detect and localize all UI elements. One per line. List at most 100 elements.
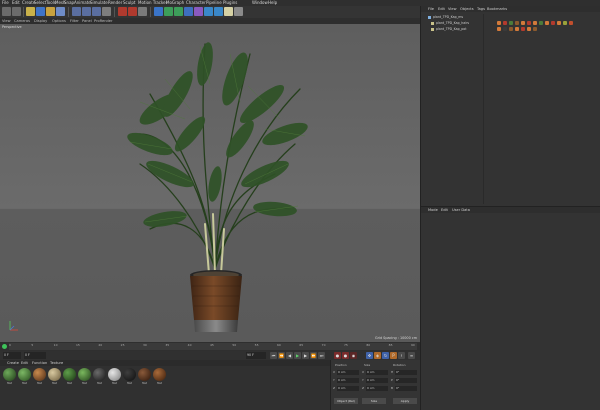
light-icon[interactable] (224, 7, 233, 16)
material-swatch[interactable]: Mat (3, 368, 16, 387)
material-tag-icon[interactable] (509, 27, 513, 31)
material-tag-icon[interactable] (533, 27, 537, 31)
render-picture-viewer-icon[interactable] (128, 7, 137, 16)
scale-icon[interactable] (46, 7, 55, 16)
material-swatch[interactable]: Mat (63, 368, 76, 387)
next-key-icon[interactable]: ⏩ (310, 352, 317, 359)
autokey-icon[interactable]: ● (342, 352, 349, 359)
material-tag-icon[interactable] (527, 27, 531, 31)
render-settings-icon[interactable] (138, 7, 147, 16)
om-menu-file[interactable]: File (428, 6, 434, 12)
y-axis-icon[interactable] (82, 7, 91, 16)
material-tag-icon[interactable] (557, 21, 561, 25)
position-key-icon[interactable]: ✥ (366, 352, 373, 359)
move-icon[interactable] (36, 7, 45, 16)
previous-frame-icon[interactable]: ◀ (286, 352, 293, 359)
material-swatch[interactable]: Mat (78, 368, 91, 387)
rotate-icon[interactable] (56, 7, 65, 16)
om-menu-objects[interactable]: Objects (460, 6, 474, 12)
material-swatch[interactable]: Mat (108, 368, 121, 387)
mat-menu-edit[interactable]: Edit (21, 360, 28, 366)
material-tag-icon[interactable] (521, 21, 525, 25)
material-swatch[interactable]: Mat (33, 368, 46, 387)
material-tag-icon[interactable] (551, 21, 555, 25)
object-row-plant-pot[interactable]: plant_TPD_Kap_pot (423, 27, 599, 32)
material-tag-icon[interactable] (545, 21, 549, 25)
keyframe-selection-icon[interactable]: ◉ (350, 352, 357, 359)
material-tag-icon[interactable] (533, 21, 537, 25)
apply-button[interactable]: Apply (393, 398, 417, 404)
redo-icon[interactable] (12, 7, 21, 16)
rotation-p-field[interactable]: 0° (395, 378, 417, 383)
material-tag-icon[interactable] (497, 21, 501, 25)
play-icon[interactable]: ▶ (294, 352, 301, 359)
rotation-b-field[interactable]: 0° (395, 386, 417, 391)
om-menu-bookmarks[interactable]: Bookmarks (487, 6, 507, 12)
next-frame-icon[interactable]: ▶ (302, 352, 309, 359)
scale-key-icon[interactable]: ◈ (374, 352, 381, 359)
material-tag-icon[interactable] (509, 21, 513, 25)
om-menu-view[interactable]: View (448, 6, 457, 12)
material-swatch[interactable]: Mat (138, 368, 151, 387)
material-tag-icon[interactable] (563, 21, 567, 25)
object-row-root[interactable]: plant_TPD_Kap_ms (423, 15, 599, 20)
material-swatch[interactable]: Mat (123, 368, 136, 387)
point-level-icon[interactable]: ⁞ (398, 352, 405, 359)
floor-icon[interactable] (204, 7, 213, 16)
cube-icon[interactable] (154, 7, 163, 16)
material-tag-icon[interactable] (503, 27, 507, 31)
camera-icon[interactable] (214, 7, 223, 16)
om-menu-tags[interactable]: Tags (477, 6, 485, 12)
material-swatch[interactable]: Mat (93, 368, 106, 387)
mat-menu-texture[interactable]: Texture (50, 360, 63, 366)
material-tag-icon[interactable] (569, 21, 573, 25)
rotation-key-icon[interactable]: ↻ (382, 352, 389, 359)
pen-icon[interactable] (164, 7, 173, 16)
coordinate-mode-dropdown[interactable]: Object (Rel) (334, 398, 358, 404)
material-tag-icon[interactable] (515, 27, 519, 31)
render-view-icon[interactable] (118, 7, 127, 16)
z-axis-icon[interactable] (92, 7, 101, 16)
preview-start-field[interactable]: 0 F (24, 352, 46, 359)
deformer-icon[interactable] (194, 7, 203, 16)
size-z-field[interactable]: 0 cm (366, 386, 388, 391)
size-mode-dropdown[interactable]: Size (362, 398, 386, 404)
perspective-viewport[interactable]: Perspective Grid Spacing : 10000 cm (0, 24, 420, 342)
mat-menu-function[interactable]: Function (32, 360, 47, 366)
material-tag-icon[interactable] (497, 27, 501, 31)
go-to-end-icon[interactable]: ⏭ (318, 352, 325, 359)
start-frame-field[interactable]: 0 F (3, 352, 21, 359)
material-tag-icon[interactable] (539, 21, 543, 25)
material-tag-icon[interactable] (515, 21, 519, 25)
am-menu-edit[interactable]: Edit (441, 207, 448, 213)
record-icon[interactable]: ● (334, 352, 341, 359)
size-x-field[interactable]: 0 cm (366, 370, 388, 375)
subdivision-surface-icon[interactable] (174, 7, 183, 16)
am-menu-user-data[interactable]: User Data (452, 207, 470, 213)
live-selection-icon[interactable] (26, 7, 35, 16)
go-to-start-icon[interactable]: ⏮ (270, 352, 277, 359)
undo-icon[interactable] (2, 7, 11, 16)
size-y-field[interactable]: 0 cm (366, 378, 388, 383)
material-swatch[interactable]: Mat (153, 368, 166, 387)
om-menu-edit[interactable]: Edit (438, 6, 445, 12)
material-swatch[interactable]: Mat (48, 368, 61, 387)
position-x-field[interactable]: 0 cm (337, 370, 359, 375)
position-z-field[interactable]: 0 cm (337, 386, 359, 391)
previous-key-icon[interactable]: ⏪ (278, 352, 285, 359)
timeline-ruler[interactable]: 0 5 10 15 20 25 30 35 40 45 50 55 60 65 70 75 80 85 90 (9, 343, 417, 350)
object-row-plant-hair[interactable]: plant_TPD_Kap_hairs (423, 21, 599, 26)
array-icon[interactable] (184, 7, 193, 16)
rotation-h-field[interactable]: 0° (395, 370, 417, 375)
position-y-field[interactable]: 0 cm (337, 378, 359, 383)
x-axis-icon[interactable] (72, 7, 81, 16)
mat-menu-create[interactable]: Create (7, 360, 19, 366)
parameter-key-icon[interactable]: P (390, 352, 397, 359)
material-swatch[interactable]: Mat (18, 368, 31, 387)
timeline-options-icon[interactable]: ≡ (408, 352, 415, 359)
layout-icon[interactable] (234, 7, 243, 16)
material-tag-icon[interactable] (503, 21, 507, 25)
material-tag-icon[interactable] (527, 21, 531, 25)
material-tag-icon[interactable] (521, 27, 525, 31)
current-frame-marker[interactable] (2, 344, 7, 349)
